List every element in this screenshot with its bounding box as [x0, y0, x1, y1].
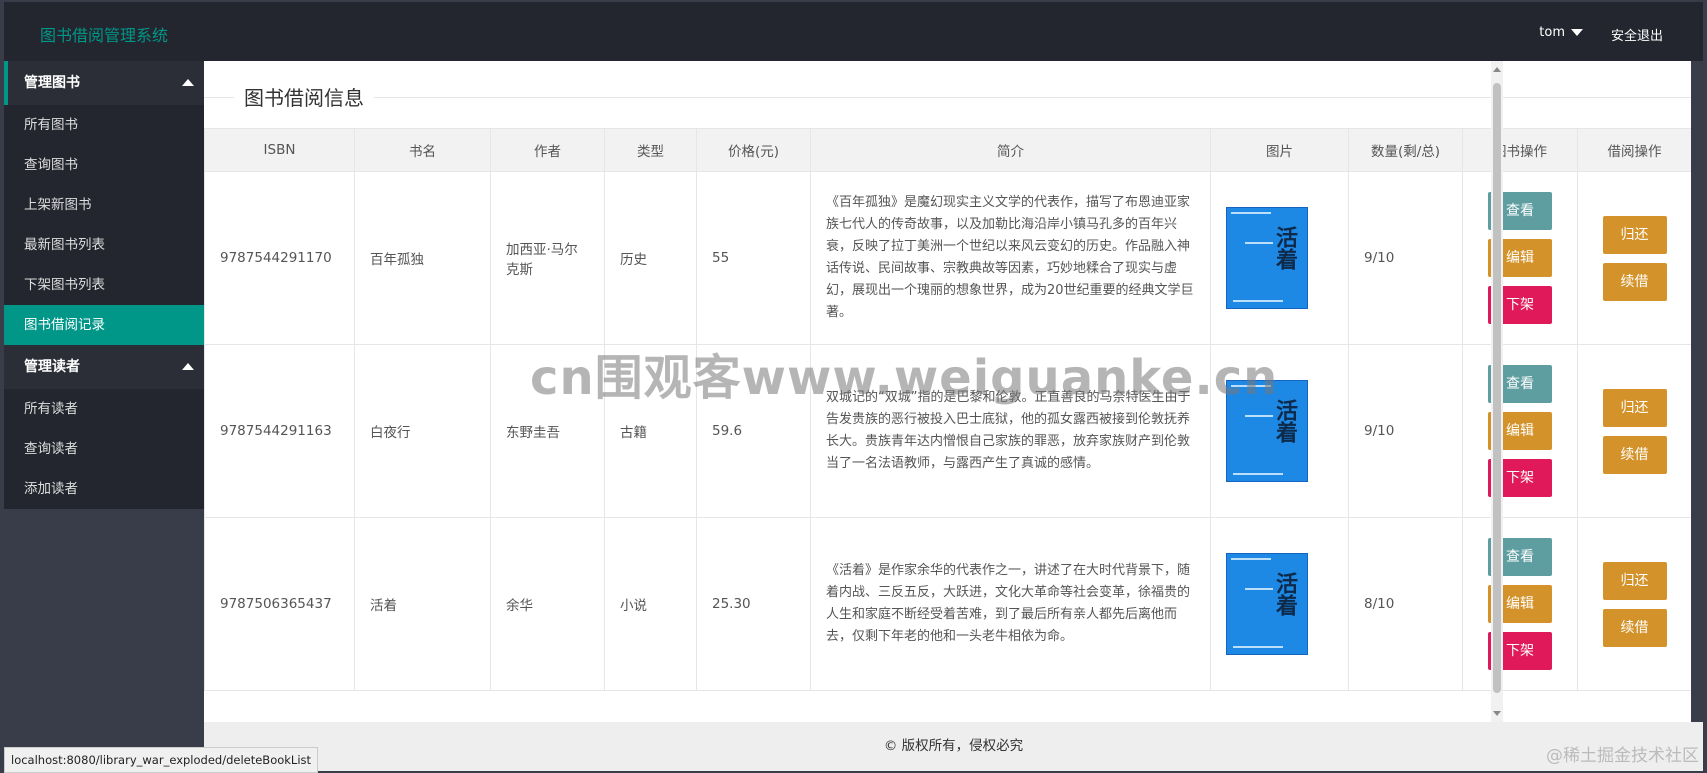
cell-summary: 《活着》是作家余华的代表作之一，讲述了在大时代背景下，随着内战、三反五反，大跃进… — [810, 517, 1211, 691]
cell-book-actions: 查看 编辑 下架 — [1462, 517, 1578, 691]
scroll-down-icon[interactable] — [1493, 711, 1501, 716]
vertical-scrollbar[interactable] — [1491, 61, 1503, 722]
book-cover-image: 活着 — [1226, 380, 1308, 482]
sidebar-item-add-reader[interactable]: 添加读者 — [4, 469, 204, 509]
username[interactable]: tom — [1539, 25, 1565, 40]
sidebar-item-search-readers[interactable]: 查询读者 — [4, 429, 204, 469]
table-row: 9787544291170 百年孤独 加西亚·马尔克斯 历史 55 《百年孤独》… — [204, 171, 1691, 345]
sidebar-item-borrow-records[interactable]: 图书借阅记录 — [4, 305, 204, 345]
renew-button[interactable]: 续借 — [1602, 435, 1667, 474]
cell-title: 活着 — [354, 517, 491, 691]
book-cover-image: 活着 — [1226, 553, 1308, 655]
column-header-summary: 简介 — [810, 128, 1211, 172]
column-header-qty: 数量(剩/总) — [1348, 128, 1463, 172]
book-table: ISBN 书名 作者 类型 价格(元) 简介 图片 数量(剩/总) 图书操作 借… — [204, 128, 1691, 691]
corner-watermark: @稀土掘金技术社区 — [1546, 746, 1699, 766]
cell-book-actions: 查看 编辑 下架 — [1462, 344, 1578, 518]
sidebar-item-search-books[interactable]: 查询图书 — [4, 145, 204, 185]
return-button[interactable]: 归还 — [1602, 388, 1667, 427]
sidebar-group-manage-books[interactable]: 管理图书 — [4, 61, 204, 105]
sidebar-item-removed-books[interactable]: 下架图书列表 — [4, 265, 204, 305]
cell-image: 活着 — [1210, 344, 1349, 518]
cell-borrow-actions: 归还 续借 — [1577, 517, 1691, 691]
sidebar-item-all-books[interactable]: 所有图书 — [4, 105, 204, 145]
cell-author: 东野圭吾 — [490, 344, 605, 518]
cell-title: 百年孤独 — [354, 171, 491, 345]
cell-price: 59.6 — [696, 344, 811, 518]
cell-qty: 9/10 — [1348, 171, 1463, 345]
table-row: 9787544291163 白夜行 东野圭吾 古籍 59.6 双城记的“双城”指… — [204, 344, 1691, 518]
cell-title: 白夜行 — [354, 344, 491, 518]
divider — [204, 97, 1691, 98]
cell-type: 古籍 — [604, 344, 697, 518]
cell-author: 余华 — [490, 517, 605, 691]
sidebar-group-manage-readers[interactable]: 管理读者 — [4, 345, 204, 389]
scroll-up-icon[interactable] — [1493, 67, 1501, 72]
table-row: 9787506365437 活着 余华 小说 25.30 《活着》是作家余华的代… — [204, 517, 1691, 691]
table-header-row: ISBN 书名 作者 类型 价格(元) 简介 图片 数量(剩/总) 图书操作 借… — [204, 128, 1691, 172]
section-header: 图书借阅信息 — [204, 82, 1691, 112]
cell-isbn: 9787506365437 — [204, 517, 355, 691]
sidebar: 管理图书 所有图书 查询图书 上架新图书 最新图书列表 下架图书列表 图书借阅记… — [4, 61, 204, 773]
cell-qty: 9/10 — [1348, 344, 1463, 518]
column-header-isbn: ISBN — [204, 128, 355, 172]
cell-price: 55 — [696, 171, 811, 345]
main-content: 图书借阅信息 ISBN 书名 作者 类型 价格(元) 简介 图片 数量(剩/总)… — [204, 61, 1691, 722]
renew-button[interactable]: 续借 — [1602, 262, 1667, 301]
cell-borrow-actions: 归还 续借 — [1577, 171, 1691, 345]
column-header-price: 价格(元) — [696, 128, 811, 172]
user-menu[interactable]: tom — [1539, 25, 1583, 40]
cell-isbn: 9787544291170 — [204, 171, 355, 345]
column-header-title: 书名 — [354, 128, 491, 172]
return-button[interactable]: 归还 — [1602, 215, 1667, 254]
chevron-up-icon — [182, 79, 194, 86]
scrollbar-thumb[interactable] — [1493, 83, 1501, 693]
column-header-book-actions: 图书操作 — [1462, 128, 1578, 172]
cell-borrow-actions: 归还 续借 — [1577, 344, 1691, 518]
sidebar-item-latest-books[interactable]: 最新图书列表 — [4, 225, 204, 265]
cell-image: 活着 — [1210, 171, 1349, 345]
cell-type: 小说 — [604, 517, 697, 691]
status-bar-url: localhost:8080/library_war_exploded/dele… — [4, 747, 319, 773]
cell-qty: 8/10 — [1348, 517, 1463, 691]
cell-image: 活着 — [1210, 517, 1349, 691]
return-button[interactable]: 归还 — [1602, 561, 1667, 600]
chevron-up-icon — [182, 363, 194, 370]
sidebar-item-add-book[interactable]: 上架新图书 — [4, 185, 204, 225]
cell-price: 25.30 — [696, 517, 811, 691]
sidebar-item-all-readers[interactable]: 所有读者 — [4, 389, 204, 429]
column-header-image: 图片 — [1210, 128, 1349, 172]
book-cover-image: 活着 — [1226, 207, 1308, 309]
column-header-borrow-actions: 借阅操作 — [1577, 128, 1691, 172]
top-navbar: 图书借阅管理系统 tom 安全退出 — [4, 2, 1703, 61]
column-header-type: 类型 — [604, 128, 697, 172]
cell-type: 历史 — [604, 171, 697, 345]
cell-book-actions: 查看 编辑 下架 — [1462, 171, 1578, 345]
cell-author: 加西亚·马尔克斯 — [490, 171, 605, 345]
footer: © 版权所有，侵权必究 — [204, 722, 1703, 771]
renew-button[interactable]: 续借 — [1602, 608, 1667, 647]
cell-summary: 《百年孤独》是魔幻现实主义文学的代表作，描写了布恩迪亚家族七代人的传奇故事，以及… — [810, 171, 1211, 345]
page-title: 图书借阅信息 — [234, 82, 374, 111]
logout-link[interactable]: 安全退出 — [1611, 25, 1663, 44]
chevron-down-icon[interactable] — [1571, 29, 1583, 36]
column-header-author: 作者 — [490, 128, 605, 172]
cell-summary: 双城记的“双城”指的是巴黎和伦敦。正直善良的马奈特医生由于告发贵族的恶行被投入巴… — [810, 344, 1211, 518]
app-title[interactable]: 图书借阅管理系统 — [40, 22, 168, 46]
cell-isbn: 9787544291163 — [204, 344, 355, 518]
